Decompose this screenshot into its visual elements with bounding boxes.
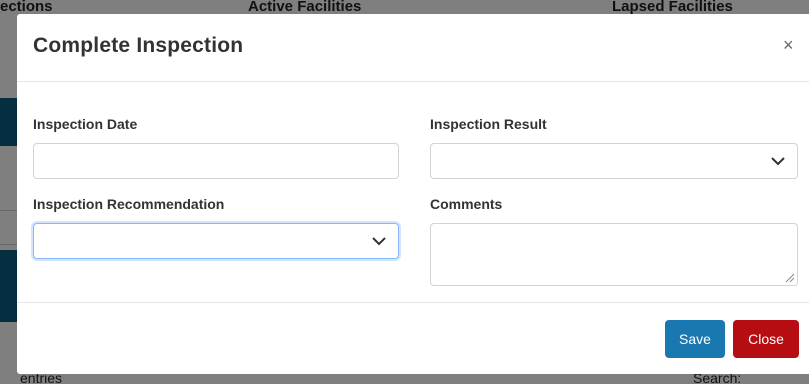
inspection-date-label: Inspection Date xyxy=(33,116,138,132)
modal-header: Complete Inspection × xyxy=(17,14,809,82)
inspection-result-label: Inspection Result xyxy=(430,116,547,132)
inspection-recommendation-label: Inspection Recommendation xyxy=(33,196,225,212)
inspection-result-select[interactable] xyxy=(430,143,798,179)
resize-grip-icon[interactable] xyxy=(783,271,795,283)
modal-footer-divider xyxy=(17,302,809,303)
save-button[interactable]: Save xyxy=(665,320,725,358)
chevron-down-icon xyxy=(771,157,785,166)
close-button[interactable]: Close xyxy=(733,320,799,358)
comments-label: Comments xyxy=(430,196,503,212)
inspection-date-input[interactable] xyxy=(33,143,399,179)
modal-title: Complete Inspection xyxy=(33,34,244,57)
inspection-recommendation-select[interactable] xyxy=(33,223,399,259)
close-icon[interactable]: × xyxy=(783,36,794,54)
comments-textarea[interactable] xyxy=(430,223,798,286)
chevron-down-icon xyxy=(372,237,386,246)
complete-inspection-dialog: Complete Inspection × Inspection Date In… xyxy=(17,14,809,374)
